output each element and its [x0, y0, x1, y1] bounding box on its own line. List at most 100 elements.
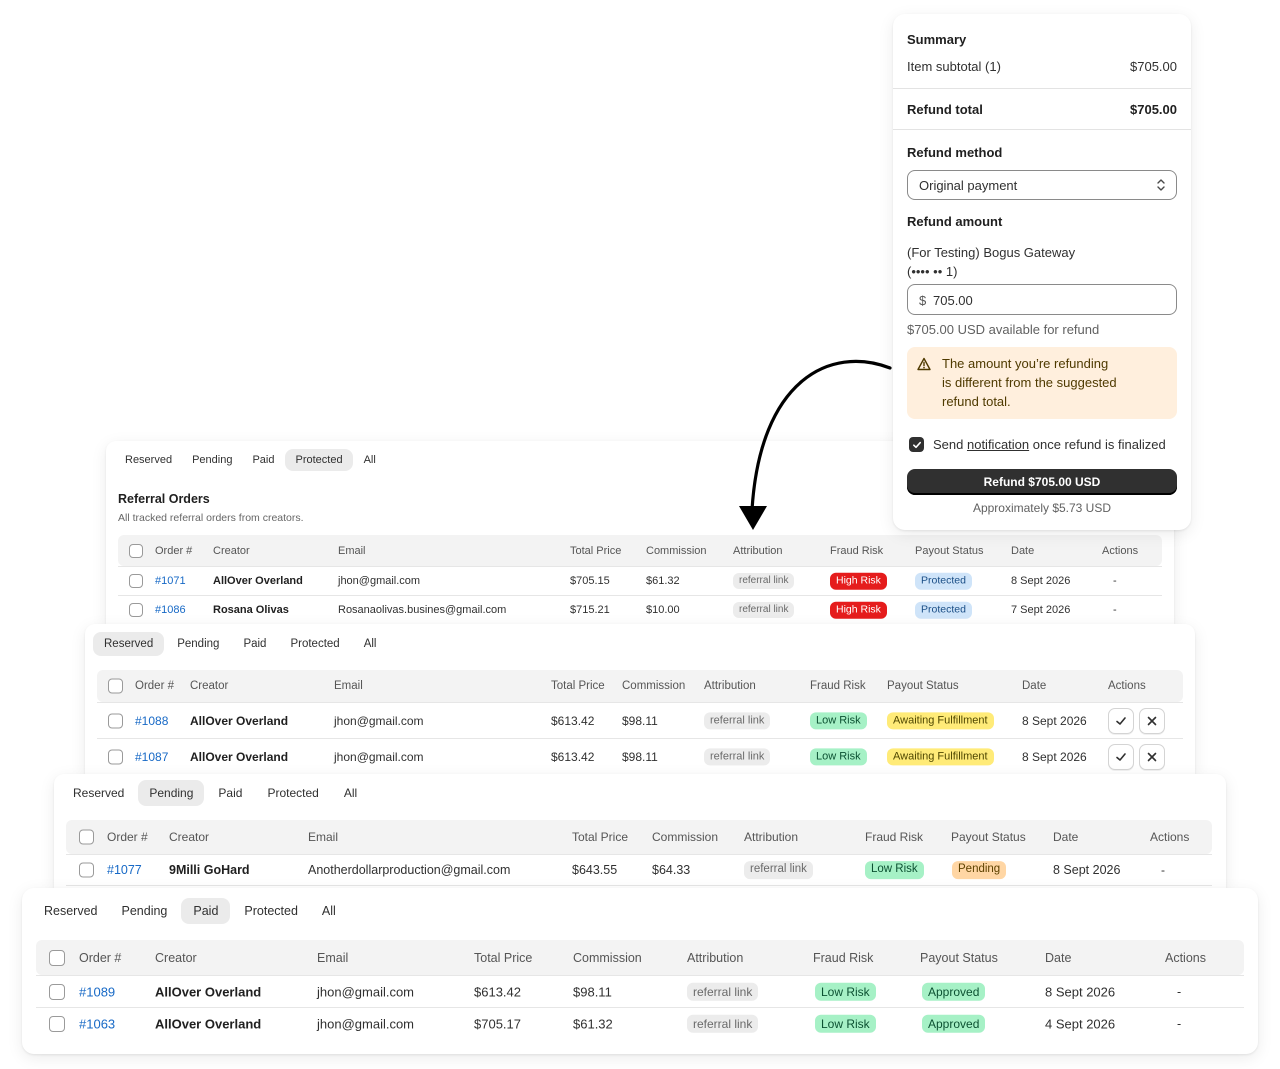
- tab-reserved[interactable]: Reserved: [62, 780, 135, 806]
- table-row[interactable]: #1087 AllOver Overland jhon@gmail.com $6…: [97, 738, 1183, 774]
- select-all-checkbox[interactable]: [49, 949, 65, 966]
- fraud-risk-badge: Low Risk: [810, 711, 867, 730]
- order-link[interactable]: #1087: [135, 750, 168, 764]
- order-link[interactable]: #1071: [155, 575, 186, 587]
- col-date: Date: [1053, 830, 1079, 844]
- tab-pending[interactable]: Pending: [183, 449, 241, 471]
- tab-paid[interactable]: Paid: [207, 780, 253, 806]
- reject-button[interactable]: [1139, 743, 1165, 770]
- col-fraud-risk: Fraud Risk: [865, 830, 924, 844]
- row-checkbox[interactable]: [129, 574, 143, 588]
- col-commission: Commission: [622, 680, 686, 692]
- date: 8 Sept 2026: [1011, 575, 1071, 587]
- col-email: Email: [334, 680, 363, 692]
- tab-protected[interactable]: Protected: [256, 780, 329, 806]
- notify-label: Send notification once refund is finaliz…: [933, 437, 1166, 452]
- table-row[interactable]: #1071 AllOver Overland jhon@gmail.com $7…: [118, 566, 1162, 595]
- total-price: $715.21: [570, 604, 610, 616]
- table-row[interactable]: #1086 Rosana Olivas Rosanaolivas.busines…: [118, 595, 1162, 624]
- table-row[interactable]: #1077 9Milli GoHard Anotherdollarproduct…: [66, 854, 1212, 886]
- tab-pending[interactable]: Pending: [166, 632, 230, 656]
- date: 8 Sept 2026: [1045, 984, 1116, 999]
- payout-status-badge: Protected: [915, 601, 972, 619]
- row-checkbox[interactable]: [49, 983, 65, 1000]
- col-order: Order #: [135, 680, 174, 692]
- order-link[interactable]: #1077: [107, 863, 142, 877]
- email: jhon@gmail.com: [317, 1016, 415, 1031]
- order-link[interactable]: #1088: [135, 714, 168, 728]
- refund-warning-banner: The amount you’re refunding is different…: [907, 347, 1177, 419]
- col-payout-status: Payout Status: [915, 544, 984, 557]
- refund-amount-value: 705.00: [933, 293, 973, 308]
- total-price: $643.55: [572, 863, 618, 877]
- tab-paid[interactable]: Paid: [232, 632, 277, 656]
- summary-heading: Summary: [907, 32, 967, 47]
- col-total-price: Total Price: [572, 830, 629, 844]
- table-row[interactable]: #1088 AllOver Overland jhon@gmail.com $6…: [97, 702, 1183, 738]
- attribution-badge: referral link: [744, 861, 813, 879]
- col-creator: Creator: [155, 950, 197, 965]
- status-tabs: Reserved Pending Paid Protected All: [116, 449, 385, 471]
- notification-link[interactable]: notification: [967, 437, 1029, 452]
- tab-all[interactable]: All: [312, 898, 346, 924]
- col-payout-status: Payout Status: [951, 830, 1026, 844]
- select-all-checkbox[interactable]: [108, 678, 123, 694]
- tab-protected[interactable]: Protected: [285, 449, 353, 471]
- refund-button[interactable]: Refund $705.00 USD: [907, 469, 1177, 495]
- order-link[interactable]: #1089: [79, 984, 115, 999]
- order-link[interactable]: #1086: [155, 604, 186, 616]
- table-row[interactable]: #1089 AllOver Overland jhon@gmail.com $6…: [36, 975, 1244, 1007]
- refund-method-select[interactable]: Original payment: [907, 170, 1177, 200]
- approve-button[interactable]: [1108, 707, 1134, 734]
- tab-protected[interactable]: Protected: [279, 632, 350, 656]
- select-all-checkbox[interactable]: [79, 829, 94, 845]
- tab-protected[interactable]: Protected: [234, 898, 308, 924]
- col-attribution: Attribution: [687, 950, 744, 965]
- row-checkbox[interactable]: [49, 1015, 65, 1032]
- payout-status-badge: Approved: [922, 1014, 986, 1033]
- currency-prefix: $: [919, 293, 927, 308]
- refund-amount-input[interactable]: $ 705.00: [907, 284, 1177, 315]
- reserved-orders-panel: Reserved Pending Paid Protected All Orde…: [85, 624, 1195, 774]
- table-header: Order # Creator Email Total Price Commis…: [97, 670, 1183, 702]
- available-for-refund: $705.00 USD available for refund: [907, 322, 1100, 337]
- tab-reserved[interactable]: Reserved: [116, 449, 181, 471]
- tab-all[interactable]: All: [353, 632, 388, 656]
- orders-table: Order # Creator Email Total Price Commis…: [118, 535, 1162, 624]
- notify-checkbox[interactable]: [909, 437, 924, 452]
- tab-paid[interactable]: Paid: [243, 449, 283, 471]
- col-total-price: Total Price: [551, 680, 605, 692]
- gateway-name: (For Testing) Bogus Gateway: [907, 245, 1076, 260]
- tab-pending[interactable]: Pending: [112, 898, 178, 924]
- actions-placeholder: -: [1177, 1016, 1182, 1031]
- tab-reserved[interactable]: Reserved: [34, 898, 108, 924]
- checkmark-icon: [1116, 752, 1126, 761]
- col-creator: Creator: [213, 544, 250, 557]
- fraud-risk-badge: High Risk: [830, 572, 887, 590]
- payout-status-badge: Approved: [922, 982, 986, 1001]
- reject-button[interactable]: [1139, 707, 1165, 734]
- select-all-checkbox[interactable]: [129, 543, 143, 558]
- row-checkbox[interactable]: [108, 749, 123, 764]
- payout-status-badge: Awaiting Fulfillment: [887, 711, 994, 730]
- tab-reserved[interactable]: Reserved: [93, 632, 165, 656]
- row-checkbox[interactable]: [129, 603, 143, 617]
- commission: $10.00: [646, 604, 680, 616]
- approximate-amount: Approximately $5.73 USD: [972, 501, 1112, 515]
- col-date: Date: [1022, 680, 1047, 692]
- order-link[interactable]: #1063: [79, 1016, 115, 1031]
- creator-name: AllOver Overland: [155, 1016, 262, 1031]
- date: 4 Sept 2026: [1045, 1016, 1116, 1031]
- row-checkbox[interactable]: [108, 713, 123, 728]
- tab-paid[interactable]: Paid: [181, 898, 231, 924]
- tab-all[interactable]: All: [355, 449, 385, 471]
- warning-line: is different from the suggested: [942, 375, 1117, 390]
- table-row[interactable]: #1063 AllOver Overland jhon@gmail.com $7…: [36, 1007, 1244, 1039]
- tab-all[interactable]: All: [333, 780, 368, 806]
- creator-name: AllOver Overland: [190, 713, 289, 728]
- tab-pending[interactable]: Pending: [138, 780, 205, 806]
- approve-button[interactable]: [1108, 743, 1134, 770]
- date: 8 Sept 2026: [1022, 749, 1087, 764]
- attribution-badge: referral link: [704, 711, 771, 730]
- row-checkbox[interactable]: [79, 862, 94, 878]
